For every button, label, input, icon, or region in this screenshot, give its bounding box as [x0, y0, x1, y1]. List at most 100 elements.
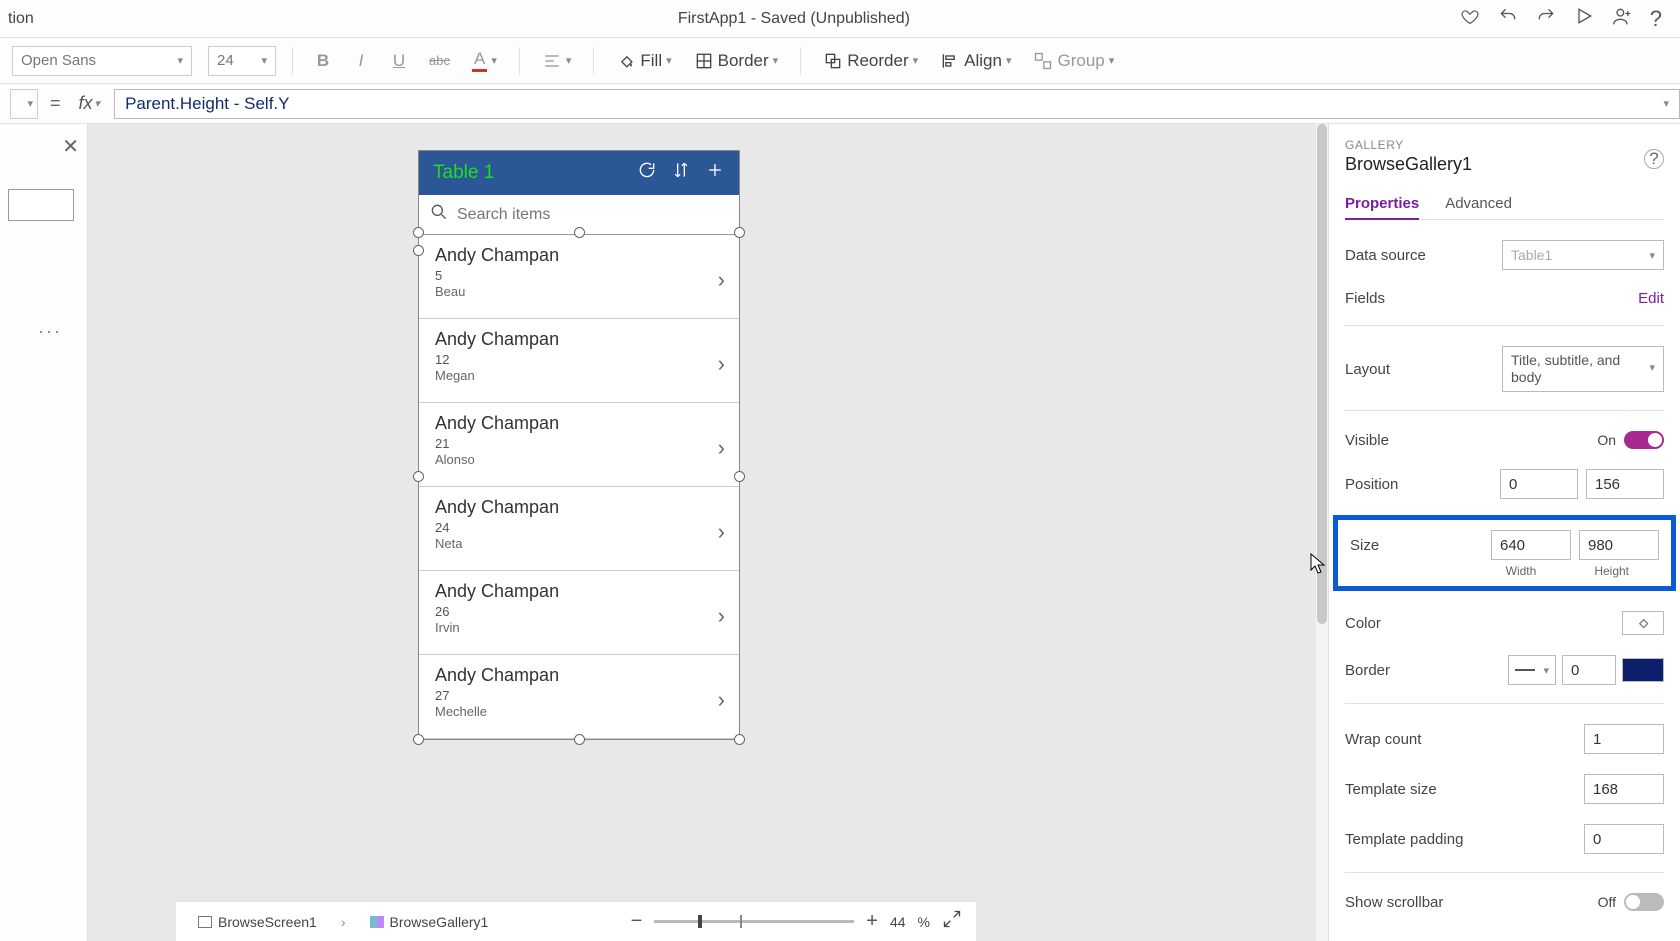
scrollbar-toggle[interactable] [1624, 893, 1664, 911]
redo-icon[interactable] [1536, 6, 1556, 32]
selection-handle[interactable] [413, 734, 424, 745]
selection-handle[interactable] [574, 734, 585, 745]
size-width-input[interactable]: 640 [1491, 530, 1571, 560]
scrollbar-value: Off [1598, 894, 1616, 910]
item-body: Beau [435, 284, 723, 299]
play-icon[interactable] [1574, 6, 1594, 32]
size-label: Size [1350, 537, 1379, 554]
sort-icon[interactable] [671, 160, 691, 186]
chevron-right-icon[interactable]: › [718, 435, 725, 461]
template-padding-input[interactable]: 0 [1584, 824, 1664, 854]
add-icon[interactable] [705, 160, 725, 186]
panel-help-icon[interactable]: ? [1644, 149, 1664, 169]
title-bar: tion FirstApp1 - Saved (Unpublished) ? [0, 0, 1680, 38]
template-padding-label: Template padding [1345, 831, 1463, 848]
canvas[interactable]: Table 1 Andy Champan5Beau›Andy Champan12… [88, 124, 1328, 941]
selection-handle[interactable] [413, 245, 424, 256]
title-actions: ? [1460, 6, 1672, 32]
tab-properties[interactable]: Properties [1345, 189, 1419, 220]
data-source-select[interactable]: Table1▾ [1502, 240, 1664, 270]
selection-handle[interactable] [734, 227, 745, 238]
formula-input[interactable]: Parent.Height - Self.Y ▾ [114, 89, 1680, 119]
border-style-select[interactable]: ▾ [1508, 655, 1556, 685]
close-icon[interactable]: ✕ [62, 134, 79, 159]
font-family-select[interactable]: Open Sans▾ [12, 46, 192, 76]
more-icon[interactable]: ··· [8, 321, 79, 342]
selection-handle[interactable] [574, 227, 585, 238]
font-color-button[interactable]: A▾ [466, 46, 503, 76]
fill-button[interactable]: Fill▾ [610, 46, 677, 76]
health-icon[interactable] [1460, 6, 1480, 32]
help-icon[interactable]: ? [1650, 6, 1662, 32]
group-button[interactable]: Group▾ [1027, 46, 1120, 76]
selection-handle[interactable] [734, 734, 745, 745]
selection-handle[interactable] [734, 471, 745, 482]
zoom-slider[interactable] [654, 920, 854, 923]
list-item[interactable]: Andy Champan21Alonso› [419, 403, 739, 487]
item-subtitle: 12 [435, 352, 723, 367]
screen-thumbnail[interactable] [8, 189, 74, 221]
search-icon [429, 202, 449, 227]
title-left: tion [8, 10, 128, 28]
property-dropdown[interactable]: ▾ [10, 89, 38, 119]
zoom-out-button[interactable]: − [631, 910, 643, 933]
border-button[interactable]: Border▾ [688, 46, 785, 76]
selection-handle[interactable] [413, 471, 424, 482]
item-subtitle: 21 [435, 436, 723, 451]
border-width-input[interactable]: 0 [1562, 655, 1616, 685]
position-y-input[interactable]: 156 [1586, 469, 1664, 499]
tab-advanced[interactable]: Advanced [1445, 189, 1512, 219]
strike-button[interactable]: abc [423, 46, 456, 76]
position-x-input[interactable]: 0 [1500, 469, 1578, 499]
canvas-scrollbar[interactable] [1316, 124, 1328, 941]
main-area: ✕ ··· Table 1 [0, 124, 1680, 941]
chevron-right-icon[interactable]: › [718, 267, 725, 293]
visible-label: Visible [1345, 432, 1389, 449]
formula-expand-icon[interactable]: ▾ [1663, 97, 1669, 110]
template-size-input[interactable]: 168 [1584, 774, 1664, 804]
zoom-thumb[interactable] [698, 915, 702, 928]
zoom-in-button[interactable]: + [866, 910, 878, 933]
layout-select[interactable]: Title, subtitle, and body▾ [1502, 346, 1664, 392]
align-button[interactable]: Align▾ [934, 46, 1017, 76]
size-height-label: Height [1594, 564, 1629, 578]
breadcrumb-screen[interactable]: BrowseScreen1 [190, 910, 325, 934]
list-item[interactable]: Andy Champan5Beau› [419, 235, 739, 319]
zoom-pct: % [918, 914, 930, 930]
expand-icon[interactable] [942, 909, 962, 935]
font-size-select[interactable]: 24▾ [208, 46, 276, 76]
left-sidebar: ✕ ··· [0, 124, 88, 941]
chevron-right-icon[interactable]: › [718, 519, 725, 545]
font-size-value: 24 [217, 52, 234, 69]
list-item[interactable]: Andy Champan24Neta› [419, 487, 739, 571]
list-item[interactable]: Andy Champan26Irvin› [419, 571, 739, 655]
position-label: Position [1345, 476, 1398, 493]
share-icon[interactable] [1612, 6, 1632, 32]
color-swatch[interactable] [1622, 611, 1664, 635]
size-height-input[interactable]: 980 [1579, 530, 1659, 560]
breadcrumb-gallery[interactable]: BrowseGallery1 [362, 910, 497, 934]
bold-button[interactable]: B [309, 46, 337, 76]
wrap-input[interactable]: 1 [1584, 724, 1664, 754]
chevron-right-icon[interactable]: › [718, 603, 725, 629]
list-item[interactable]: Andy Champan27Mechelle› [419, 655, 739, 739]
chevron-right-icon: › [341, 914, 346, 930]
selection-handle[interactable] [413, 227, 424, 238]
scroll-thumb[interactable] [1317, 124, 1327, 624]
italic-button[interactable]: I [347, 46, 375, 76]
refresh-icon[interactable] [637, 160, 657, 186]
undo-icon[interactable] [1498, 6, 1518, 32]
border-color-swatch[interactable] [1622, 658, 1664, 682]
fields-edit-link[interactable]: Edit [1638, 290, 1664, 307]
gallery-list[interactable]: Andy Champan5Beau›Andy Champan12Megan› An… [419, 235, 739, 739]
search-input[interactable] [457, 206, 729, 224]
item-title: Andy Champan [435, 413, 723, 434]
list-item[interactable]: Andy Champan12Megan› [419, 319, 739, 403]
align-menu-button[interactable]: ▾ [536, 46, 578, 76]
fx-label[interactable]: fx▾ [73, 93, 107, 114]
reorder-button[interactable]: Reorder▾ [817, 46, 924, 76]
underline-button[interactable]: U [385, 46, 413, 76]
visible-toggle[interactable] [1624, 431, 1664, 449]
chevron-right-icon[interactable]: › [718, 351, 725, 377]
chevron-right-icon[interactable]: › [718, 687, 725, 713]
